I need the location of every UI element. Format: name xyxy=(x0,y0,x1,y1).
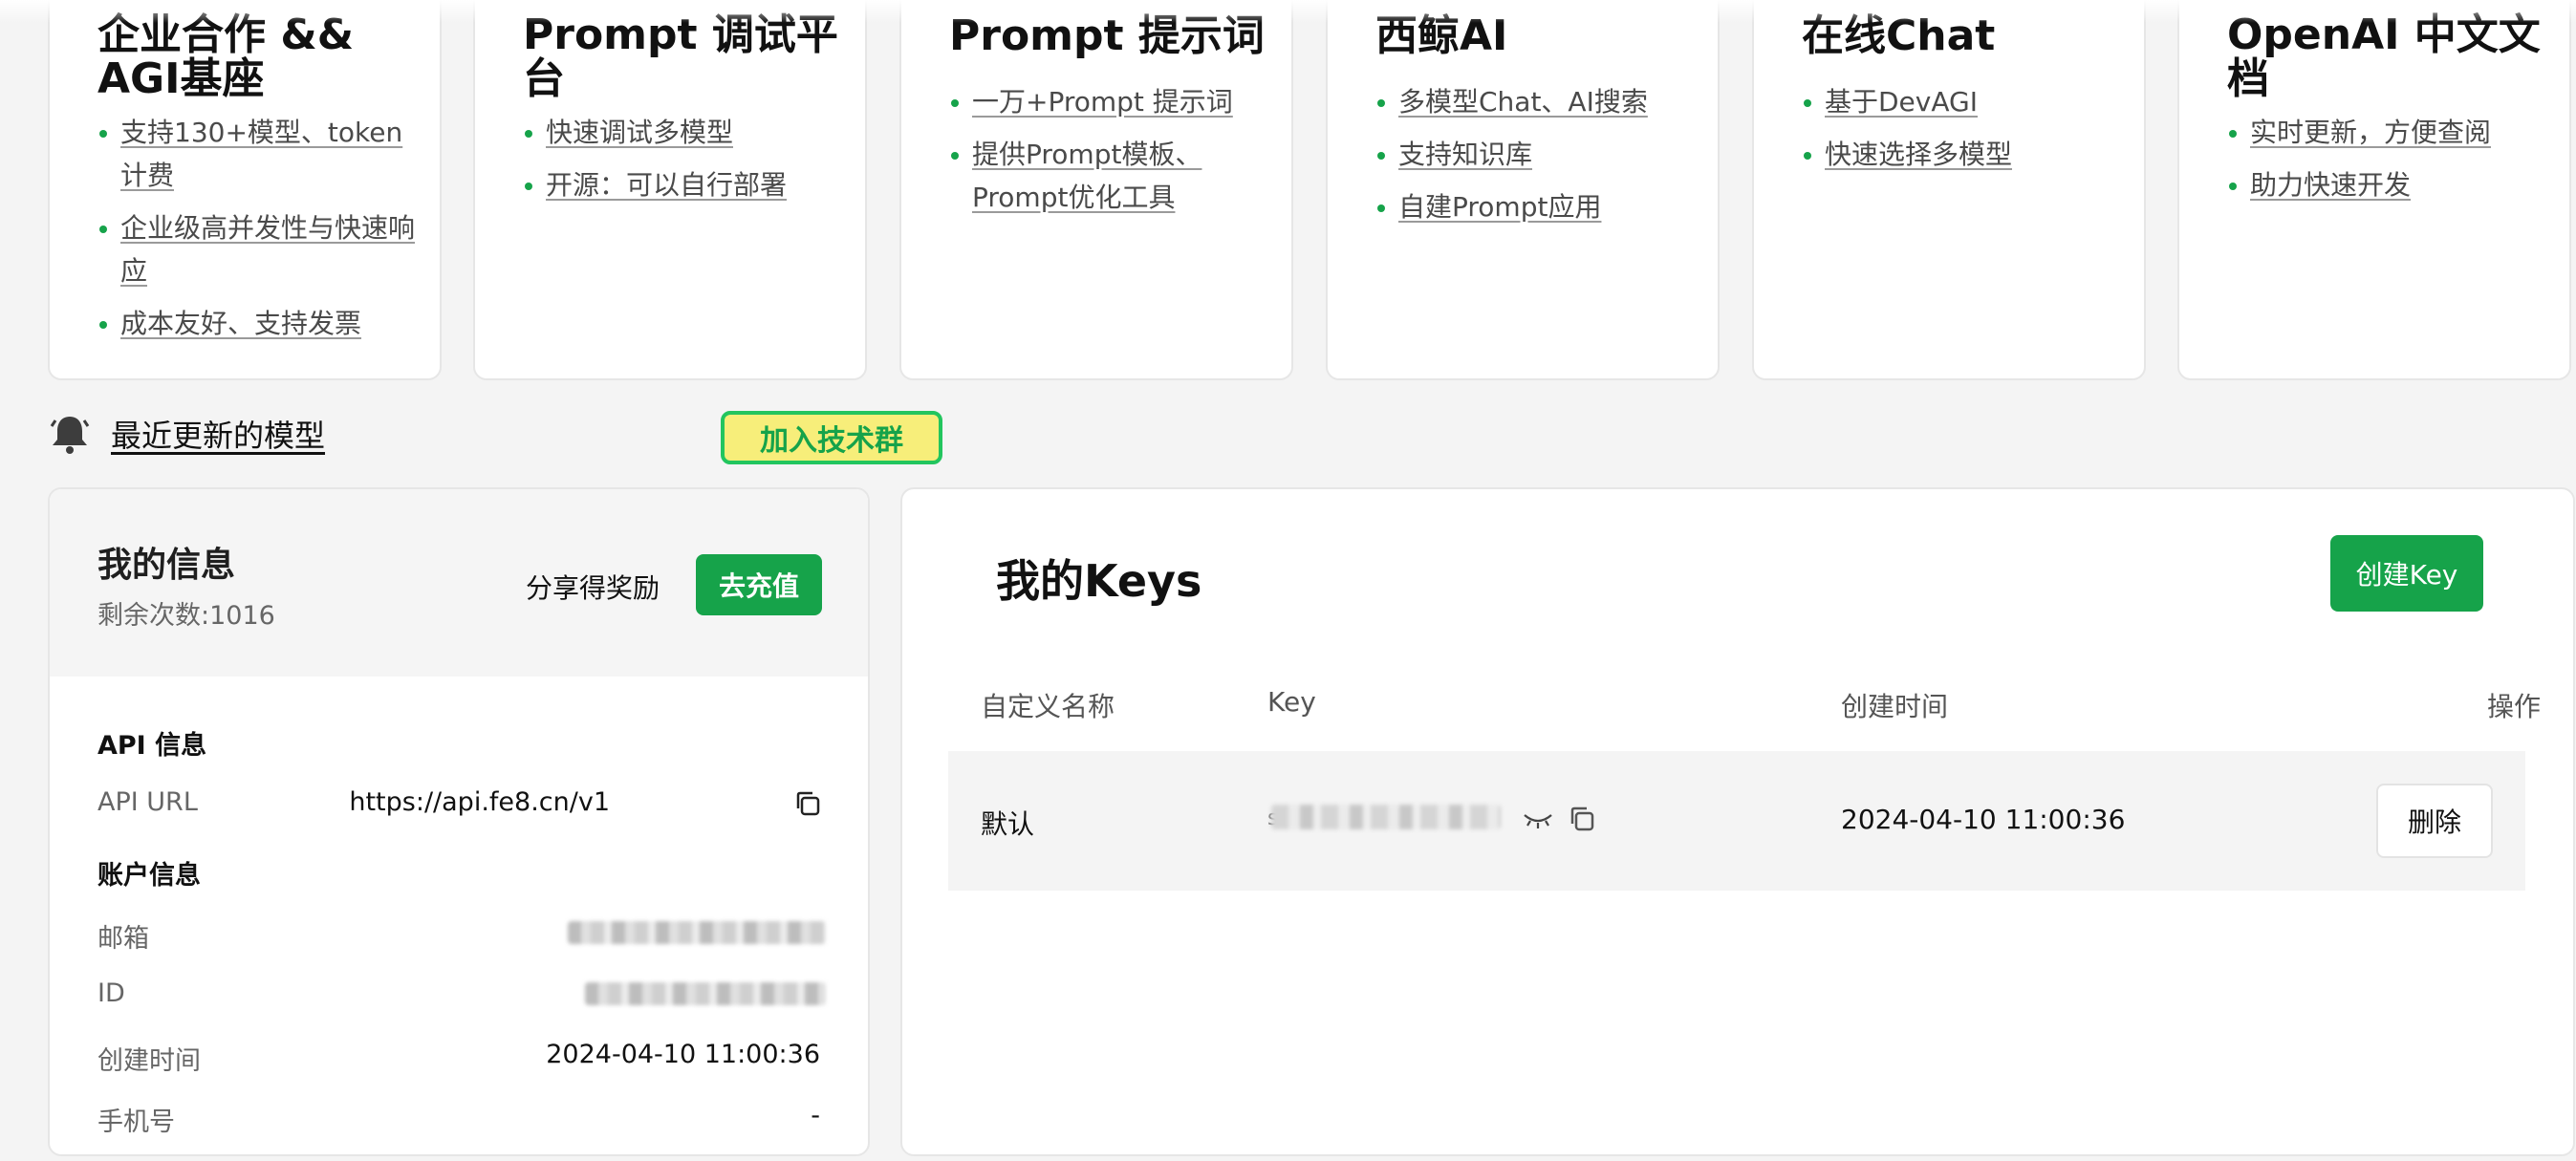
product-card-online-chat[interactable]: 在线Chat 基于DevAGI 快速选择多模型 xyxy=(1752,0,2146,380)
remaining-count: 剩余次数:1016 xyxy=(97,601,275,631)
card-item[interactable]: 成本友好、支持发票 xyxy=(96,302,415,345)
table-row: 默认 s 2024-04-10 11:00:36 删除 xyxy=(948,751,2525,891)
product-card-openai-docs[interactable]: OpenAI 中文文档 实时更新，方便查阅 助力快速开发 xyxy=(2177,0,2571,380)
card-title: OpenAI 中文文档 xyxy=(2227,11,2541,103)
card-item[interactable]: 支持知识库 xyxy=(1374,133,1693,176)
recent-models-link[interactable]: 最近更新的模型 xyxy=(111,412,325,456)
card-item[interactable]: 快速选择多模型 xyxy=(1800,133,2119,176)
recharge-button[interactable]: 去充值 xyxy=(696,554,822,615)
product-card-prompt-library[interactable]: Prompt 提示词 一万+Prompt 提示词 提供Prompt模板、Prom… xyxy=(899,0,1293,380)
card-title: 企业合作 && AGI基座 xyxy=(97,11,355,103)
id-value-redacted xyxy=(585,982,826,1005)
email-label: 邮箱 xyxy=(97,924,149,954)
account-section-title: 账户信息 xyxy=(97,861,201,891)
model-update-notice: 最近更新的模型 xyxy=(50,407,325,461)
column-header-name: 自定义名称 xyxy=(981,691,1115,722)
email-value-redacted xyxy=(568,921,826,944)
card-item[interactable]: 快速调试多模型 xyxy=(521,111,840,154)
column-header-created: 创建时间 xyxy=(1841,691,1949,722)
phone-value: - xyxy=(811,1101,820,1130)
id-label: ID xyxy=(97,978,125,1008)
copy-icon[interactable] xyxy=(1568,805,1596,833)
product-card-prompt-debug[interactable]: Prompt 调试平台 快速调试多模型 开源：可以自行部署 xyxy=(473,0,867,380)
bell-icon xyxy=(50,417,90,454)
card-item[interactable]: 支持130+模型、token计费 xyxy=(96,111,415,197)
card-title: Prompt 调试平台 xyxy=(523,11,838,103)
product-card-enterprise[interactable]: 企业合作 && AGI基座 支持130+模型、token计费 企业级高并发性与快… xyxy=(48,0,442,380)
phone-label: 手机号 xyxy=(97,1107,175,1137)
card-item[interactable]: 实时更新，方便查阅 xyxy=(2225,111,2544,154)
delete-key-button[interactable]: 删除 xyxy=(2376,784,2493,858)
key-created: 2024-04-10 11:00:36 xyxy=(1841,804,2126,835)
api-url-label: API URL xyxy=(97,787,198,817)
copy-icon[interactable] xyxy=(793,789,822,818)
card-item[interactable]: 一万+Prompt 提示词 xyxy=(947,80,1266,123)
card-item[interactable]: 基于DevAGI xyxy=(1800,80,2119,123)
join-group-button[interactable]: 加入技术群 xyxy=(721,411,942,464)
column-header-action: 操作 xyxy=(2486,691,2541,722)
key-value-redacted xyxy=(1271,805,1501,829)
info-header: 我的信息 剩余次数:1016 分享得奖励 去充值 xyxy=(50,489,868,677)
my-info-panel: 我的信息 剩余次数:1016 分享得奖励 去充值 API 信息 API URL … xyxy=(48,487,870,1156)
api-section-title: API 信息 xyxy=(97,731,207,761)
card-item[interactable]: 多模型Chat、AI搜索 xyxy=(1374,80,1693,123)
my-keys-panel: 我的Keys 创建Key 自定义名称 Key 创建时间 操作 默认 s 2024… xyxy=(900,487,2575,1156)
product-card-xijing-ai[interactable]: 西鲸AI 多模型Chat、AI搜索 支持知识库 自建Prompt应用 xyxy=(1326,0,1720,380)
column-header-key: Key xyxy=(1267,686,1316,718)
card-item[interactable]: 企业级高并发性与快速响应 xyxy=(96,206,415,292)
card-item[interactable]: 自建Prompt应用 xyxy=(1374,185,1693,228)
card-item[interactable]: 开源：可以自行部署 xyxy=(521,163,840,206)
keys-title: 我的Keys xyxy=(996,555,1202,607)
key-name: 默认 xyxy=(981,808,1035,840)
top-fade xyxy=(0,0,2576,23)
card-item[interactable]: 提供Prompt模板、Prompt优化工具 xyxy=(947,133,1266,219)
created-value: 2024-04-10 11:00:36 xyxy=(546,1040,820,1069)
card-item[interactable]: 助力快速开发 xyxy=(2225,163,2544,206)
info-title: 我的信息 xyxy=(97,546,236,585)
create-key-button[interactable]: 创建Key xyxy=(2330,535,2483,612)
eye-closed-icon[interactable] xyxy=(1522,810,1554,829)
created-label: 创建时间 xyxy=(97,1046,201,1076)
share-reward-link[interactable]: 分享得奖励 xyxy=(526,568,660,606)
api-url-value: https://api.fe8.cn/v1 xyxy=(349,787,610,817)
